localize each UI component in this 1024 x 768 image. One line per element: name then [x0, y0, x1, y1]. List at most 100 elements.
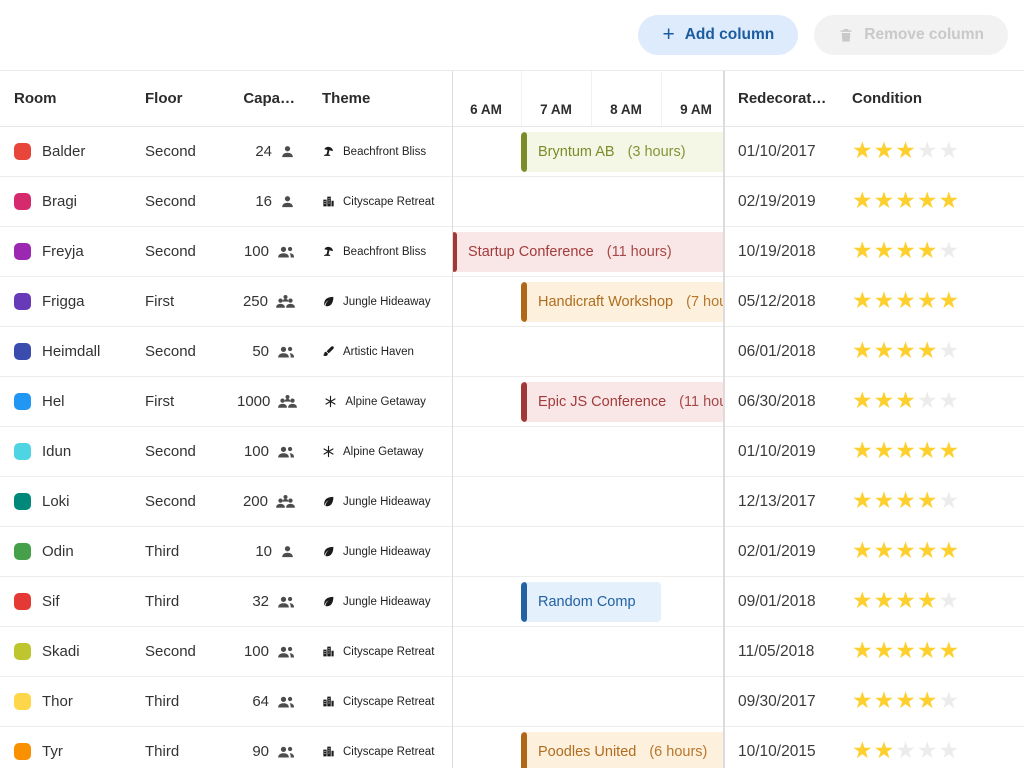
star-icon[interactable]: ★ [917, 690, 939, 713]
star-icon[interactable]: ★ [874, 140, 896, 163]
table-row[interactable]: Heimdall Second 50 Artistic Haven [0, 327, 452, 377]
table-row[interactable]: Bragi Second 16 Cityscape Retreat [0, 177, 452, 227]
star-icon[interactable]: ★ [852, 140, 874, 163]
event-bar[interactable]: Poodles United (6 hours) [521, 732, 723, 768]
grid-splitter-right[interactable] [723, 71, 725, 768]
add-column-button[interactable]: + Add column [638, 15, 798, 55]
star-icon[interactable]: ★ [917, 340, 939, 363]
table-row[interactable]: Tyr Third 90 Cityscape Retreat [0, 727, 452, 768]
schedule-row[interactable]: Poodles United (6 hours) [453, 727, 723, 768]
table-row[interactable]: Odin Third 10 Jungle Hideaway [0, 527, 452, 577]
star-icon[interactable]: ★ [917, 590, 939, 613]
star-icon[interactable]: ★ [917, 740, 939, 763]
schedule-row[interactable] [453, 177, 723, 227]
star-icon[interactable]: ★ [939, 690, 961, 713]
star-icon[interactable]: ★ [895, 390, 917, 413]
star-icon[interactable]: ★ [939, 490, 961, 513]
star-icon[interactable]: ★ [939, 540, 961, 563]
star-icon[interactable]: ★ [939, 290, 961, 313]
star-icon[interactable]: ★ [895, 140, 917, 163]
table-row[interactable]: 09/01/2018 ★★★★★ [725, 577, 1024, 627]
condition-rating[interactable]: ★★★★★ [852, 740, 1024, 763]
condition-rating[interactable]: ★★★★★ [852, 240, 1024, 263]
star-icon[interactable]: ★ [852, 740, 874, 763]
condition-rating[interactable]: ★★★★★ [852, 540, 1024, 563]
table-row[interactable]: Skadi Second 100 Cityscape Retreat [0, 627, 452, 677]
star-icon[interactable]: ★ [895, 240, 917, 263]
event-bar[interactable]: Epic JS Conference (11 hours) [521, 382, 723, 422]
star-icon[interactable]: ★ [895, 690, 917, 713]
column-header-capacity[interactable]: Capa… [237, 90, 295, 107]
star-icon[interactable]: ★ [852, 340, 874, 363]
star-icon[interactable]: ★ [939, 340, 961, 363]
schedule-row[interactable]: Random Comp [453, 577, 723, 627]
table-row[interactable]: 10/10/2015 ★★★★★ [725, 727, 1024, 768]
table-row[interactable]: 05/12/2018 ★★★★★ [725, 277, 1024, 327]
table-row[interactable]: Idun Second 100 Alpine Getaway [0, 427, 452, 477]
condition-rating[interactable]: ★★★★★ [852, 290, 1024, 313]
column-header-redecorated[interactable]: Redecorat… [725, 90, 852, 107]
star-icon[interactable]: ★ [874, 590, 896, 613]
schedule-row[interactable] [453, 677, 723, 727]
condition-rating[interactable]: ★★★★★ [852, 390, 1024, 413]
table-row[interactable]: 09/30/2017 ★★★★★ [725, 677, 1024, 727]
column-header-floor[interactable]: Floor [145, 90, 237, 107]
table-row[interactable]: Frigga First 250 Jungle Hideaway [0, 277, 452, 327]
table-row[interactable]: 01/10/2017 ★★★★★ [725, 127, 1024, 177]
star-icon[interactable]: ★ [852, 690, 874, 713]
schedule-row[interactable] [453, 527, 723, 577]
star-icon[interactable]: ★ [852, 290, 874, 313]
star-icon[interactable]: ★ [852, 240, 874, 263]
table-row[interactable]: 02/19/2019 ★★★★★ [725, 177, 1024, 227]
table-row[interactable]: Hel First 1000 Alpine Getaway [0, 377, 452, 427]
star-icon[interactable]: ★ [874, 340, 896, 363]
table-row[interactable]: 10/19/2018 ★★★★★ [725, 227, 1024, 277]
star-icon[interactable]: ★ [895, 740, 917, 763]
star-icon[interactable]: ★ [917, 640, 939, 663]
table-row[interactable]: 06/01/2018 ★★★★★ [725, 327, 1024, 377]
condition-rating[interactable]: ★★★★★ [852, 190, 1024, 213]
star-icon[interactable]: ★ [852, 590, 874, 613]
star-icon[interactable]: ★ [895, 590, 917, 613]
table-row[interactable]: Freyja Second 100 Beachfront Bliss [0, 227, 452, 277]
schedule-row[interactable]: Bryntum AB (3 hours) [453, 127, 723, 177]
star-icon[interactable]: ★ [852, 490, 874, 513]
condition-rating[interactable]: ★★★★★ [852, 440, 1024, 463]
star-icon[interactable]: ★ [874, 740, 896, 763]
star-icon[interactable]: ★ [917, 290, 939, 313]
star-icon[interactable]: ★ [917, 240, 939, 263]
star-icon[interactable]: ★ [939, 140, 961, 163]
condition-rating[interactable]: ★★★★★ [852, 340, 1024, 363]
star-icon[interactable]: ★ [895, 340, 917, 363]
grid-splitter-left[interactable] [452, 71, 453, 768]
star-icon[interactable]: ★ [895, 290, 917, 313]
table-row[interactable]: 11/05/2018 ★★★★★ [725, 627, 1024, 677]
condition-rating[interactable]: ★★★★★ [852, 590, 1024, 613]
table-row[interactable]: Sif Third 32 Jungle Hideaway [0, 577, 452, 627]
table-row[interactable]: Thor Third 64 Cityscape Retreat [0, 677, 452, 727]
star-icon[interactable]: ★ [874, 290, 896, 313]
star-icon[interactable]: ★ [874, 190, 896, 213]
table-row[interactable]: Loki Second 200 Jungle Hideaway [0, 477, 452, 527]
condition-rating[interactable]: ★★★★★ [852, 490, 1024, 513]
star-icon[interactable]: ★ [939, 440, 961, 463]
star-icon[interactable]: ★ [852, 190, 874, 213]
column-header-room[interactable]: Room [0, 90, 145, 107]
remove-column-button[interactable]: Remove column [814, 15, 1008, 55]
table-row[interactable]: 01/10/2019 ★★★★★ [725, 427, 1024, 477]
event-bar[interactable]: Random Comp [521, 582, 661, 622]
star-icon[interactable]: ★ [939, 190, 961, 213]
star-icon[interactable]: ★ [852, 540, 874, 563]
star-icon[interactable]: ★ [917, 190, 939, 213]
star-icon[interactable]: ★ [852, 640, 874, 663]
star-icon[interactable]: ★ [895, 640, 917, 663]
table-row[interactable]: 06/30/2018 ★★★★★ [725, 377, 1024, 427]
condition-rating[interactable]: ★★★★★ [852, 690, 1024, 713]
condition-rating[interactable]: ★★★★★ [852, 140, 1024, 163]
table-row[interactable]: 02/01/2019 ★★★★★ [725, 527, 1024, 577]
event-bar[interactable]: Startup Conference (11 hours) [453, 232, 723, 272]
star-icon[interactable]: ★ [874, 440, 896, 463]
schedule-row[interactable] [453, 327, 723, 377]
star-icon[interactable]: ★ [852, 440, 874, 463]
star-icon[interactable]: ★ [874, 240, 896, 263]
